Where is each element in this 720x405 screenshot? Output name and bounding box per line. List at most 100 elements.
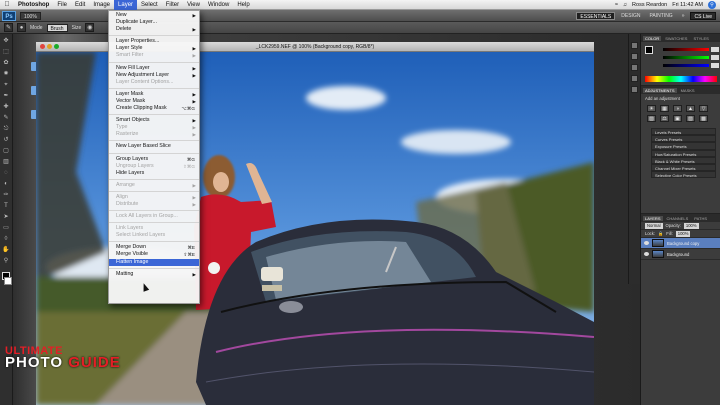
exposure-icon[interactable]: ▲ (686, 105, 695, 112)
marquee-tool-icon[interactable]: ⬚ (2, 48, 11, 57)
layer-background[interactable]: Background (641, 249, 720, 260)
clock[interactable]: Fri 11:42 AM (672, 2, 703, 8)
menu-item-merge-down[interactable]: Merge Down ⌘E (109, 244, 199, 251)
wifi-icon[interactable]: ≈ (615, 2, 618, 8)
blur-tool-icon[interactable]: ◌ (2, 169, 11, 178)
crop-tool-icon[interactable]: ⌖ (2, 81, 11, 90)
workspace-more-icon[interactable]: » (679, 12, 688, 20)
menu-select[interactable]: Select (137, 0, 162, 10)
preset-curves[interactable]: Curves Presets (651, 135, 716, 143)
tab-masks[interactable]: MASKS (679, 88, 697, 93)
green-value[interactable] (711, 55, 719, 60)
menu-item-duplicate-layer[interactable]: Duplicate Layer... (109, 19, 199, 26)
cs-live-button[interactable]: CS Live (690, 11, 716, 20)
zoom-window-icon[interactable] (54, 44, 59, 49)
opacity-field[interactable]: 100% (683, 222, 699, 229)
preset-hue-saturation[interactable]: Hue/Saturation Presets (651, 149, 716, 157)
fill-field[interactable]: 100% (675, 230, 691, 237)
menu-image[interactable]: Image (89, 0, 114, 10)
workspace-design[interactable]: DESIGN (618, 12, 643, 20)
preset-levels[interactable]: Levels Presets (651, 128, 716, 136)
menu-item-layer-mask[interactable]: Layer Mask ▶ (109, 91, 199, 98)
workspace-essentials[interactable]: ESSENTIALS (576, 11, 616, 20)
menu-item-new-layer-based-slice[interactable]: New Layer Based Slice (109, 143, 199, 150)
brush-preset-icon[interactable]: ● (17, 23, 26, 32)
move-tool-icon[interactable]: ✥ (2, 37, 11, 46)
lasso-tool-icon[interactable]: ✿ (2, 59, 11, 68)
tab-channels[interactable]: CHANNELS (665, 216, 691, 221)
pen-tool-icon[interactable]: ✑ (2, 191, 11, 200)
menu-item-merge-visible[interactable]: Merge Visible ⇧⌘E (109, 251, 199, 258)
pressure-icon[interactable]: ◉ (85, 23, 95, 32)
blue-slider[interactable] (663, 64, 709, 67)
volume-icon[interactable]: ♫ (623, 2, 627, 8)
user-name[interactable]: Ross Reardon (632, 2, 667, 8)
menu-item-layer-properties[interactable]: Layer Properties... (109, 38, 199, 45)
hue-saturation-icon[interactable]: ▧ (647, 115, 656, 122)
menu-item-matting[interactable]: Matting ▶ (109, 271, 199, 278)
tab-adjustments[interactable]: ADJUSTMENTS (643, 87, 677, 93)
3d-tool-icon[interactable]: ◊ (2, 235, 11, 244)
menu-item-smart-objects[interactable]: Smart Objects ▶ (109, 117, 199, 124)
lock-icon[interactable]: 🔒 (658, 230, 663, 238)
app-menu[interactable]: Photoshop (14, 0, 53, 10)
menu-layer[interactable]: Layer (114, 0, 138, 10)
blend-mode-select[interactable]: Normal (645, 222, 663, 229)
menu-edit[interactable]: Edit (71, 0, 89, 10)
zoom-tool-icon[interactable]: ⚲ (2, 257, 11, 266)
channel-mixer-icon[interactable]: ▩ (699, 115, 708, 122)
levels-icon[interactable]: ▦ (660, 105, 669, 112)
tab-layers[interactable]: LAYERS (643, 215, 663, 221)
background-color-swatch[interactable] (4, 277, 12, 285)
history-panel-icon[interactable] (631, 42, 638, 49)
preset-exposure[interactable]: Exposure Presets (651, 142, 716, 150)
preset-selective-color[interactable]: Selective Color Presets (651, 171, 716, 179)
red-slider[interactable] (663, 48, 709, 51)
menu-item-layer-style[interactable]: Layer Style ▶ (109, 45, 199, 52)
menu-filter[interactable]: Filter (162, 0, 183, 10)
healing-tool-icon[interactable]: ✚ (2, 103, 11, 112)
type-tool-icon[interactable]: T (2, 202, 11, 211)
close-window-icon[interactable] (40, 44, 45, 49)
gradient-tool-icon[interactable]: ▥ (2, 158, 11, 167)
character-panel-icon[interactable] (631, 75, 638, 82)
visibility-eye-icon[interactable] (644, 241, 649, 245)
paragraph-panel-icon[interactable] (631, 86, 638, 93)
minimize-window-icon[interactable] (47, 44, 52, 49)
green-slider[interactable] (663, 56, 709, 59)
apple-icon[interactable]:  (0, 1, 14, 8)
menu-item-flatten-image[interactable]: Flatten Image (109, 258, 199, 266)
menu-file[interactable]: File (53, 0, 71, 10)
visibility-eye-icon[interactable] (644, 252, 649, 256)
color-swatch[interactable] (645, 46, 653, 54)
menu-help[interactable]: Help (233, 0, 253, 10)
mode-select[interactable]: Brush (46, 23, 68, 32)
vibrance-icon[interactable]: ▽ (699, 105, 708, 112)
zoom-dropdown[interactable]: 100% (20, 11, 41, 20)
brush-tool-icon[interactable]: ✎ (2, 114, 11, 123)
menu-window[interactable]: Window (204, 0, 233, 10)
photo-filter-icon[interactable]: ▨ (686, 115, 695, 122)
clone-stamp-tool-icon[interactable]: ⎋ (2, 125, 11, 134)
color-spectrum[interactable] (645, 76, 717, 82)
preset-channel-mixer[interactable]: Channel Mixer Presets (651, 163, 716, 172)
brush-tool-icon[interactable]: ✎ (4, 23, 13, 32)
menu-item-create-clipping-mask[interactable]: Create Clipping Mask ⌥⌘G (109, 105, 199, 112)
history-brush-tool-icon[interactable]: ↺ (2, 136, 11, 145)
menu-item-new[interactable]: New ▶ (109, 12, 199, 19)
dodge-tool-icon[interactable]: ◐ (2, 180, 11, 189)
curves-icon[interactable]: ◑ (673, 105, 682, 112)
tab-styles[interactable]: STYLES (691, 36, 710, 41)
preset-black-white[interactable]: Black & White Presets (651, 156, 716, 164)
menu-item-hide-layers[interactable]: Hide Layers (109, 170, 199, 177)
menu-item-group-layers[interactable]: Group Layers ⌘G (109, 156, 199, 163)
menu-item-new-fill-layer[interactable]: New Fill Layer ▶ (109, 65, 199, 72)
menu-item-new-adjustment-layer[interactable]: New Adjustment Layer ▶ (109, 72, 199, 79)
quick-select-tool-icon[interactable]: ✸ (2, 70, 11, 79)
eraser-tool-icon[interactable]: ▢ (2, 147, 11, 156)
blue-value[interactable] (711, 63, 719, 68)
shape-tool-icon[interactable]: ▭ (2, 224, 11, 233)
eyedropper-tool-icon[interactable]: ✒ (2, 92, 11, 101)
brush-panel-icon[interactable] (631, 64, 638, 71)
hand-tool-icon[interactable]: ✋ (2, 246, 11, 255)
